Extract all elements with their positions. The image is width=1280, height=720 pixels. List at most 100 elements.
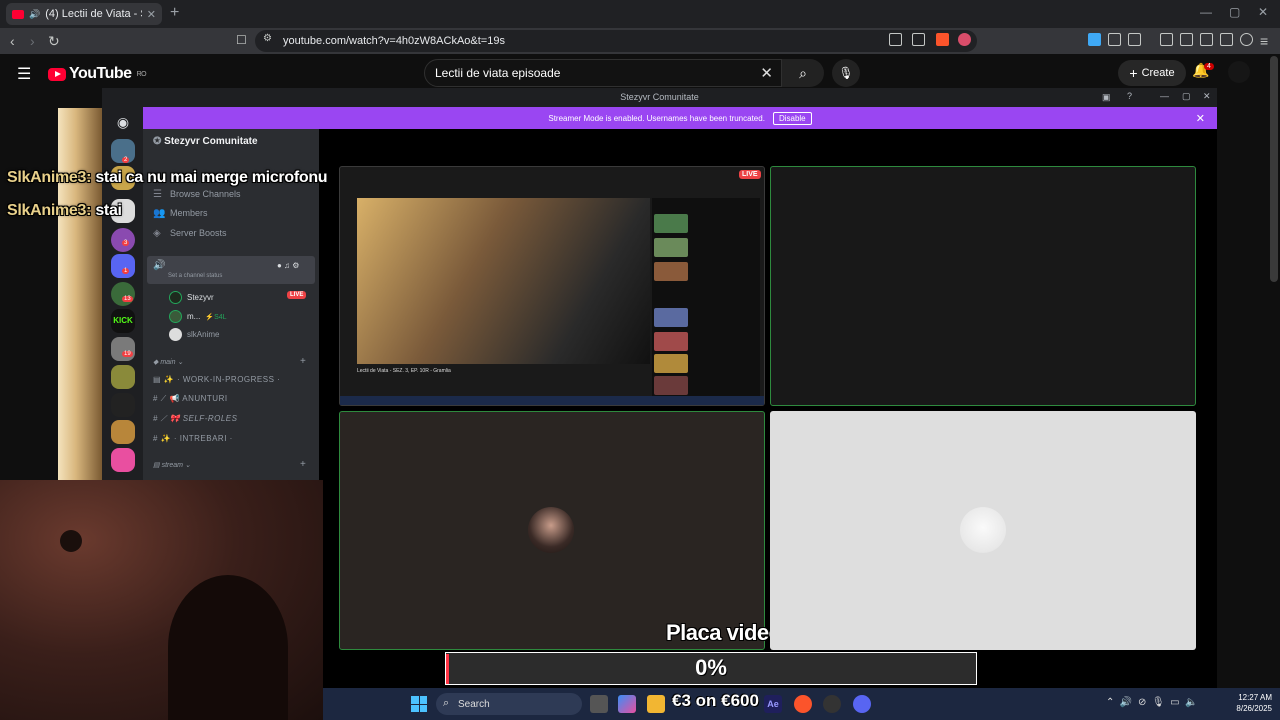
inbox-icon[interactable]: ▣ xyxy=(1102,92,1111,103)
channel-status-placeholder[interactable]: Set a channel status xyxy=(168,273,222,279)
channel-self-roles[interactable]: # ⟋ 🎀 SELF-ROLES xyxy=(153,414,237,424)
brave-shield-icon[interactable] xyxy=(936,33,949,46)
hamburger-menu-icon[interactable]: ☰ xyxy=(17,64,31,84)
category-main[interactable]: ◆ main ⌄ xyxy=(153,358,183,366)
live-badge: LIVE xyxy=(287,291,307,299)
server-name: Stezyvr Comunitate xyxy=(164,136,258,147)
search-button[interactable]: ⌕ xyxy=(782,59,824,87)
wallet-icon[interactable] xyxy=(1200,33,1213,46)
chat-username: SlkAnime3: xyxy=(7,202,92,219)
server-icon[interactable] xyxy=(111,282,135,306)
menu-icon[interactable]: ≡ xyxy=(1260,33,1268,49)
file-explorer-icon[interactable] xyxy=(647,695,665,713)
reload-icon[interactable]: ↻ xyxy=(48,33,60,50)
voice-search-button[interactable]: 🎙 xyxy=(832,59,860,87)
forward-icon[interactable]: › xyxy=(30,33,35,49)
bookmark-icon[interactable]: ☐ xyxy=(236,33,247,47)
category-stream[interactable]: ▤ stream ⌄ xyxy=(153,461,191,469)
maximize-icon[interactable]: ▢ xyxy=(1229,5,1240,19)
discord-taskbar-icon[interactable] xyxy=(853,695,871,713)
channel-anunturi[interactable]: # ⟋ 📢 ANUNTURI xyxy=(153,394,228,404)
media-icon[interactable] xyxy=(1160,33,1173,46)
disable-streamer-mode-button[interactable]: Disable xyxy=(772,111,812,125)
participant-tile[interactable] xyxy=(770,166,1196,406)
share-icon[interactable] xyxy=(912,33,925,46)
server-icon[interactable] xyxy=(111,365,135,389)
recommendation-thumbnail xyxy=(654,214,688,233)
minimize-icon[interactable]: — xyxy=(1200,5,1212,19)
brave-browser-icon[interactable] xyxy=(794,695,812,713)
menu-browse-channels[interactable]: Browse Channels xyxy=(170,189,241,199)
search-icon: ⌕ xyxy=(443,697,450,709)
server-icon-active[interactable] xyxy=(111,254,135,278)
participant-avatar xyxy=(528,507,574,553)
clock-date: 8/26/2025 xyxy=(1236,704,1272,713)
user-tag-text: S4L xyxy=(214,313,227,321)
menu-members[interactable]: Members xyxy=(170,208,208,218)
voice-channel-active[interactable]: 🔊 Set a channel status ● ♫ ⚙ xyxy=(147,256,315,284)
server-list: ◉ 2 3 1 13 KICK 19 xyxy=(102,106,143,480)
youtube-logo[interactable]: YouTube RO xyxy=(48,65,147,83)
brave-rewards-icon[interactable] xyxy=(958,33,971,46)
voice-actions-icon[interactable]: ● ♫ ⚙ xyxy=(277,261,299,270)
leo-icon[interactable] xyxy=(1220,33,1233,46)
site-info-icon[interactable]: ⚙ xyxy=(263,33,272,44)
server-icon-small: ✪ xyxy=(153,136,165,147)
category-name: main xyxy=(160,359,176,366)
system-tray[interactable]: ⌃ 🔊 ⊘ 🎙 ▭ 🔈 xyxy=(1106,697,1198,708)
add-channel-icon[interactable]: + xyxy=(300,459,306,470)
server-icon[interactable] xyxy=(111,337,135,361)
page-scrollbar[interactable] xyxy=(1270,56,1278,282)
obs-icon[interactable] xyxy=(823,695,841,713)
clear-search-icon[interactable]: ✕ xyxy=(760,64,773,82)
close-tab-icon[interactable]: ✕ xyxy=(147,8,156,21)
server-icon[interactable] xyxy=(111,393,135,417)
recommendation-thumbnail xyxy=(654,354,688,373)
discord-close-icon[interactable]: ✕ xyxy=(1203,91,1211,102)
kick-server-icon[interactable]: KICK xyxy=(111,309,135,333)
copilot-icon[interactable] xyxy=(618,695,636,713)
account-avatar[interactable] xyxy=(1228,61,1250,83)
voice-user-name: slkAnime xyxy=(187,330,220,339)
create-button[interactable]: + Create xyxy=(1118,60,1186,86)
progress-label: 0% xyxy=(695,655,727,680)
extension-icon[interactable] xyxy=(1088,33,1101,46)
channel-work-in-progress[interactable]: ▤ ✨ · WORK-IN-PROGRESS · xyxy=(153,375,280,384)
menu-server-boosts[interactable]: Server Boosts xyxy=(170,228,227,238)
after-effects-icon[interactable]: Ae xyxy=(764,695,782,713)
sidebar-icon[interactable] xyxy=(1180,33,1193,46)
taskbar-search[interactable]: ⌕ Search xyxy=(436,693,582,715)
recommendation-thumbnail xyxy=(654,262,688,281)
tab-search-icon[interactable] xyxy=(1128,33,1141,46)
participant-avatar xyxy=(960,507,1006,553)
task-view-icon[interactable] xyxy=(590,695,608,713)
server-icon[interactable] xyxy=(111,420,135,444)
search-input[interactable]: Lectii de viata episoade ✕ xyxy=(424,59,782,87)
stream-live-badge: LIVE xyxy=(739,170,761,179)
vpn-icon[interactable] xyxy=(1240,33,1253,46)
close-window-icon[interactable]: ✕ xyxy=(1258,5,1268,19)
discord-home-icon[interactable]: ◉ xyxy=(111,114,135,138)
new-tab-icon[interactable]: + xyxy=(170,4,179,22)
browser-tab[interactable]: 🔊 (4) Lectii de Viata - SEZ. 3, EP. ✕ xyxy=(6,3,162,25)
taskbar-clock[interactable]: 12:27 AM 8/26/2025 xyxy=(1226,692,1272,714)
address-bar[interactable]: youtube.com/watch?v=4h0zW8ACkAo&t=19s xyxy=(255,30,977,52)
help-icon[interactable]: ? xyxy=(1127,91,1132,101)
cast-icon[interactable] xyxy=(889,33,902,46)
discord-maximize-icon[interactable]: ▢ xyxy=(1182,91,1191,102)
overlay-label: Placa video xyxy=(666,620,782,645)
server-icon[interactable] xyxy=(111,448,135,472)
close-banner-icon[interactable]: ✕ xyxy=(1196,112,1205,125)
back-icon[interactable]: ‹ xyxy=(10,33,15,49)
video-frame-strip xyxy=(58,108,102,480)
server-name-header[interactable]: ✪ Stezyvr Comunitate ⌄ xyxy=(153,136,331,147)
discord-minimize-icon[interactable]: — xyxy=(1160,91,1169,101)
windows-start-icon[interactable] xyxy=(411,696,427,712)
youtube-logo-text: YouTube xyxy=(69,65,132,82)
puzzle-icon[interactable] xyxy=(1108,33,1121,46)
add-channel-icon[interactable]: + xyxy=(300,356,306,367)
channel-intrebari[interactable]: # ✨ · INTREBARI · xyxy=(153,434,233,443)
voice-user[interactable]: m... ⚡S4L xyxy=(169,310,227,323)
voice-user[interactable]: slkAnime xyxy=(169,328,219,341)
voice-user[interactable]: Stezyvr xyxy=(169,291,214,304)
